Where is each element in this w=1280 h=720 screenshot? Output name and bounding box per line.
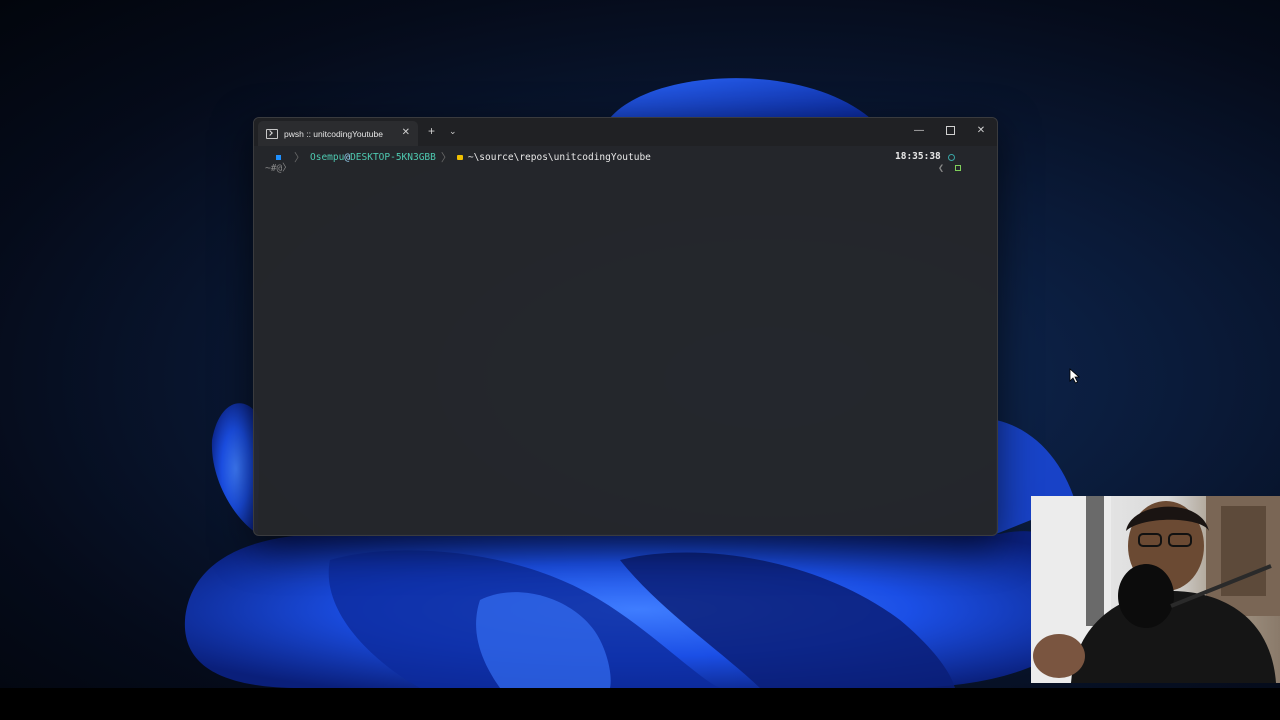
terminal-content[interactable]: 〉 Osempu @ DESKTOP-5KN3GBB 〉 ~\source\repo… bbox=[254, 146, 997, 535]
minimize-button[interactable]: — bbox=[908, 123, 930, 139]
prompt-input-line[interactable]: ~#@〉 bbox=[265, 163, 292, 175]
windows-icon bbox=[276, 154, 281, 160]
close-window-button[interactable]: ✕ bbox=[970, 123, 992, 139]
mouse-cursor-icon bbox=[1069, 368, 1081, 384]
tab-close-icon[interactable]: ✕ bbox=[402, 126, 410, 140]
prompt-host: DESKTOP-5KN3GBB bbox=[350, 151, 436, 163]
webcam-overlay bbox=[1031, 496, 1280, 683]
terminal-window[interactable]: pwsh :: unitcodingYoutube ✕ + ⌄ — ✕ 〉 Os… bbox=[253, 117, 998, 536]
right-prompt-chevron-left-icon: ❮ bbox=[938, 163, 945, 174]
prompt-time: 18:35:38 bbox=[895, 151, 941, 162]
webcam-person-image bbox=[1031, 496, 1280, 683]
prompt-path: ~\source\repos\unitcodingYoutube bbox=[467, 151, 651, 163]
clock-icon bbox=[948, 154, 955, 161]
tab-dropdown-chevron-down-icon[interactable]: ⌄ bbox=[449, 124, 457, 138]
new-tab-button[interactable]: + bbox=[428, 124, 435, 138]
status-ok-icon bbox=[955, 165, 961, 171]
folder-icon bbox=[456, 154, 463, 160]
powershell-icon bbox=[266, 128, 278, 139]
maximize-icon bbox=[945, 125, 955, 135]
tab-pwsh[interactable]: pwsh :: unitcodingYoutube ✕ bbox=[258, 121, 418, 146]
prompt-separator: 〉 bbox=[440, 151, 452, 164]
prompt-line: 〉 Osempu @ DESKTOP-5KN3GBB 〉 ~\source\repo… bbox=[276, 150, 651, 164]
desktop: pwsh :: unitcodingYoutube ✕ + ⌄ — ✕ 〉 Os… bbox=[0, 0, 1280, 688]
terminal-titlebar[interactable]: pwsh :: unitcodingYoutube ✕ + ⌄ — ✕ bbox=[254, 118, 997, 146]
video-bottom-bar bbox=[0, 688, 1280, 720]
prompt-separator: 〉 bbox=[294, 151, 305, 164]
tab-title: pwsh :: unitcodingYoutube bbox=[284, 128, 383, 139]
maximize-button[interactable] bbox=[939, 123, 961, 139]
prompt-user: Osempu bbox=[310, 151, 345, 163]
